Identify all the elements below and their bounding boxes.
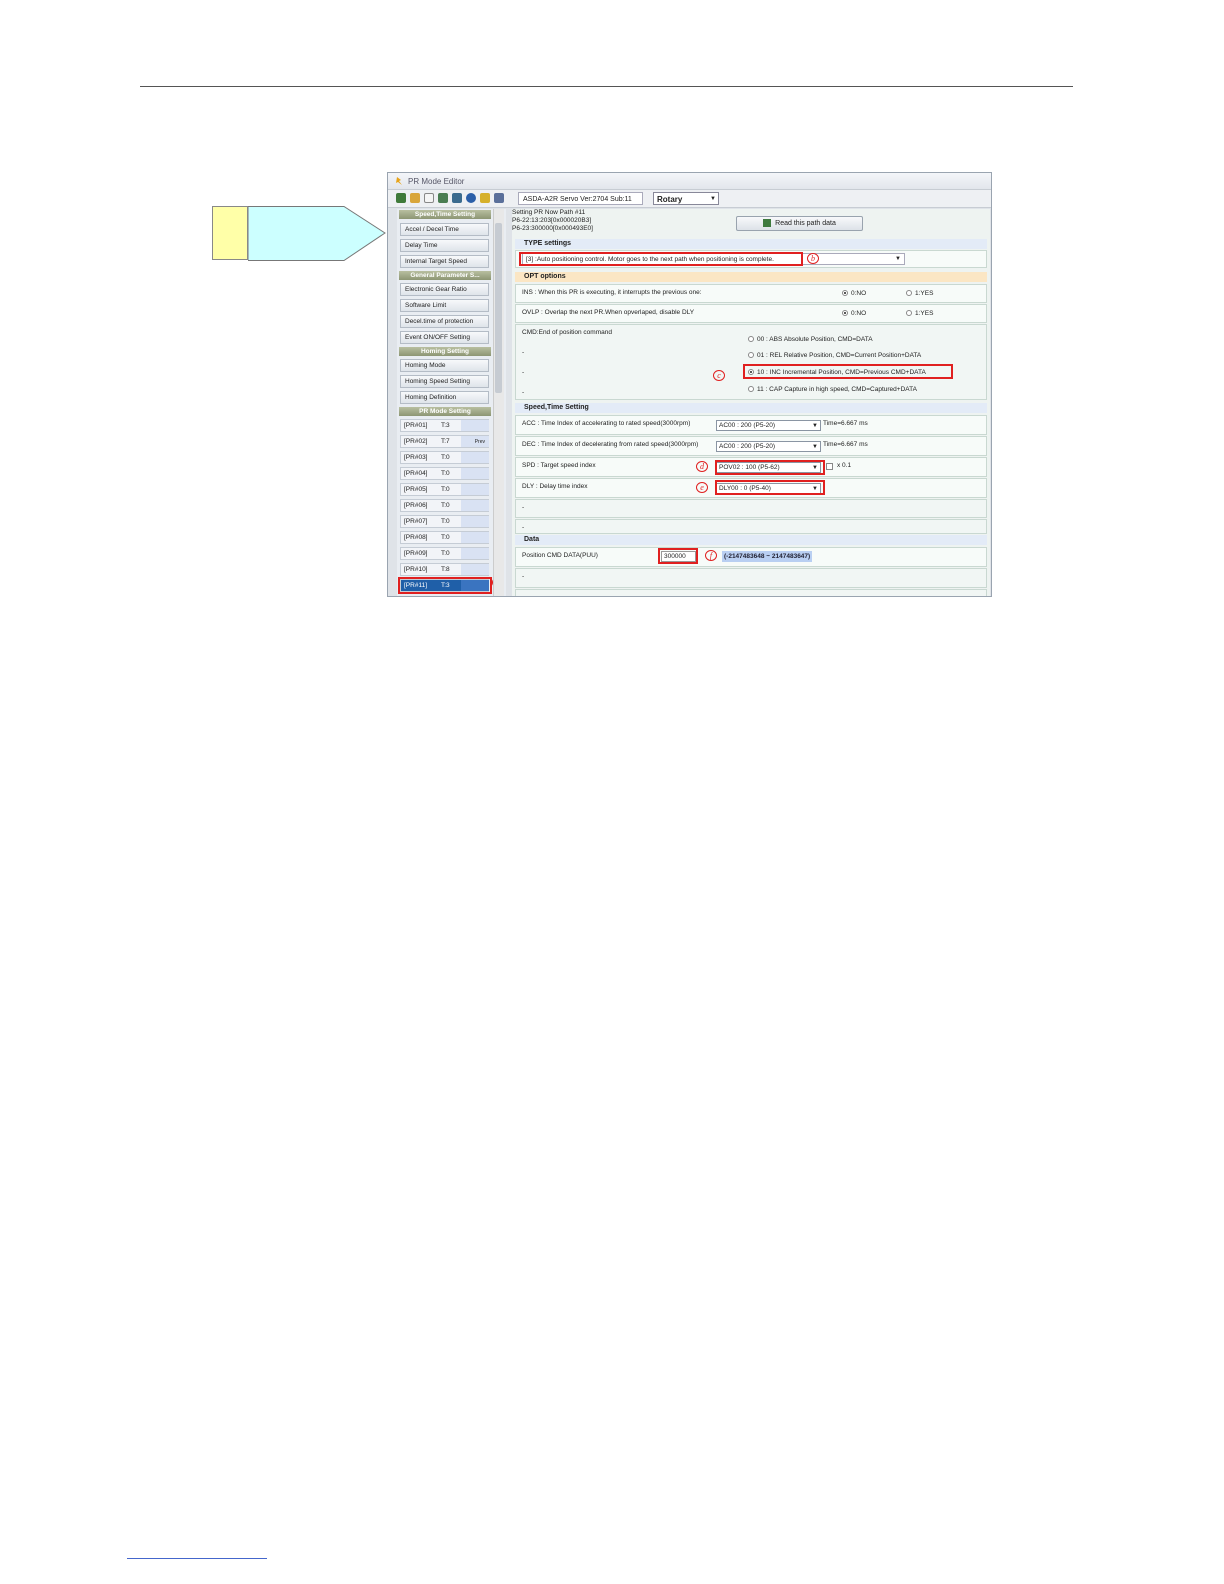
save-icon[interactable] [396,193,406,203]
pr-path-row[interactable]: [PR#09] T:0 [400,547,489,560]
acc-row: ACC : Time Index of accelerating to rate… [515,415,987,435]
empty-row: - [515,519,987,534]
left-panel: Speed,Time Setting Accel / Decel Time De… [397,209,506,596]
pr-path-row[interactable]: [PR#08] T:0 [400,531,489,544]
toolbar: ASDA-A2R Servo Ver:2704 Sub:11 Rotary ▼ [388,190,991,208]
path-info: Setting PR Now Path #11 P6-22:13:203[0x0… [512,209,593,232]
chevron-down-icon: ▼ [710,196,716,202]
section-header-general[interactable]: General Parameter S... [399,271,491,280]
highlight-spd [715,460,825,475]
left-scrollbar[interactable] [493,209,504,596]
section-header-homing[interactable]: Homing Setting [399,347,491,356]
pr-path-row[interactable]: [PR#05] T:0 [400,483,489,496]
acc-select[interactable]: AC00 : 200 (P5-20) ▼ [716,420,821,431]
open-icon[interactable] [410,193,420,203]
motor-type-select[interactable]: Rotary ▼ [653,192,719,205]
pr-path-row[interactable]: [PR#02] T:7 Prev [400,435,489,448]
marker-f: f [705,550,717,561]
empty-row: - [515,568,987,588]
download-icon[interactable] [452,193,462,203]
new-icon[interactable] [424,193,434,203]
spd-unit: x 0.1 [837,462,852,469]
ovlp-row: OVLP : Overlap the next PR.When opverlap… [515,304,987,323]
section-speed-time[interactable]: Speed,Time Setting [515,403,987,413]
nav-internal-target-speed[interactable]: Internal Target Speed [400,255,489,268]
position-cmd-row: Position CMD DATA(PUU) 300000 (-21474836… [515,547,987,567]
highlight-cmd-inc [743,364,953,379]
help-icon[interactable] [466,193,476,203]
pr-path-row[interactable]: [PR#06] T:0 [400,499,489,512]
scroll-thumb[interactable] [495,223,502,393]
pr-path-row[interactable]: [PR#04] T:0 [400,467,489,480]
upload-icon[interactable] [438,193,448,203]
section-type-settings[interactable]: TYPE settings [515,239,987,249]
callout-box [212,206,248,260]
highlight-position-cmd [658,548,698,564]
nav-accel-decel-time[interactable]: Accel / Decel Time [400,223,489,236]
nav-delay-time[interactable]: Delay Time [400,239,489,252]
marker-d: d [696,461,708,472]
nav-decel-time-protection[interactable]: Decel.time of protection [400,315,489,328]
nav-homing-mode[interactable]: Homing Mode [400,359,489,372]
chevron-down-icon: ▼ [812,444,818,450]
drive-info: ASDA-A2R Servo Ver:2704 Sub:11 [518,192,643,205]
cmd-option-cap[interactable]: 11 : CAP Capture in high speed, CMD=Capt… [748,385,917,395]
pr-path-row[interactable]: [PR#03] T:0 [400,451,489,464]
read-icon [763,219,772,228]
window-title: PR Mode Editor [408,177,465,186]
dec-row: DEC : Time Index of decelerating from ra… [515,436,987,456]
marker-e: e [696,482,708,493]
nav-event-on-off[interactable]: Event ON/OFF Setting [400,331,489,344]
cmd-option-rel[interactable]: 01 : REL Relative Position, CMD=Current … [748,351,921,361]
settings-icon[interactable] [494,193,504,203]
header-rule [140,86,1073,87]
acc-time: Time=6.667 ms [823,420,868,427]
nav-software-limit[interactable]: Software Limit [400,299,489,312]
pr-mode-editor-window: PR Mode Editor ASDA-A2R Servo Ver:2704 S… [387,172,992,597]
dec-select[interactable]: AC00 : 200 (P5-20) ▼ [716,441,821,452]
highlight-type [519,252,803,266]
title-bar: PR Mode Editor [388,173,991,190]
callout-arrow [248,206,386,261]
ins-yes-radio[interactable]: 1:YES [906,289,933,299]
cmd-row: CMD:End of position command - - - 00 : A… [515,324,987,400]
section-header-pr-mode[interactable]: PR Mode Setting [399,407,491,416]
section-data[interactable]: Data [515,535,987,545]
marker-b: b [807,253,819,264]
dec-time: Time=6.667 ms [823,441,868,448]
ins-row: INS : When this PR is executing, it inte… [515,284,987,303]
highlight-dly [715,480,825,495]
footer-rule [127,1558,267,1559]
section-opt-options[interactable]: OPT options [515,272,987,282]
empty-row [515,589,987,596]
chevron-down-icon: ▼ [812,423,818,429]
nav-homing-definition[interactable]: Homing Definition [400,391,489,404]
highlight-selected-path [398,577,492,594]
ovlp-no-radio[interactable]: 0:NO [842,309,866,319]
read-path-data-button[interactable]: Read this path data [736,216,863,231]
app-icon [396,177,402,185]
cmd-label: CMD:End of position command [522,329,612,336]
chevron-down-icon: ▼ [895,256,901,262]
pr-path-row[interactable]: [PR#07] T:0 [400,515,489,528]
pr-path-row[interactable]: [PR#01] T:3 [400,419,489,432]
dash: - [522,349,525,356]
lock-icon[interactable] [480,193,490,203]
spd-checkbox[interactable] [826,463,833,470]
right-panel: Setting PR Now Path #11 P6-22:13:203[0x0… [512,209,990,596]
position-range: (-2147483648 ~ 2147483647) [722,551,813,562]
section-header-speed-time[interactable]: Speed,Time Setting [399,210,491,219]
nav-homing-speed[interactable]: Homing Speed Setting [400,375,489,388]
dash: - [522,369,525,376]
ins-no-radio[interactable]: 0:NO [842,289,866,299]
pr-path-row[interactable]: [PR#10] T:8 [400,563,489,576]
ovlp-yes-radio[interactable]: 1:YES [906,309,933,319]
nav-electronic-gear-ratio[interactable]: Electronic Gear Ratio [400,283,489,296]
cmd-option-abs[interactable]: 00 : ABS Absolute Position, CMD=DATA [748,335,873,345]
dash: - [522,389,525,396]
empty-row: - [515,499,987,518]
marker-c: c [713,370,725,381]
